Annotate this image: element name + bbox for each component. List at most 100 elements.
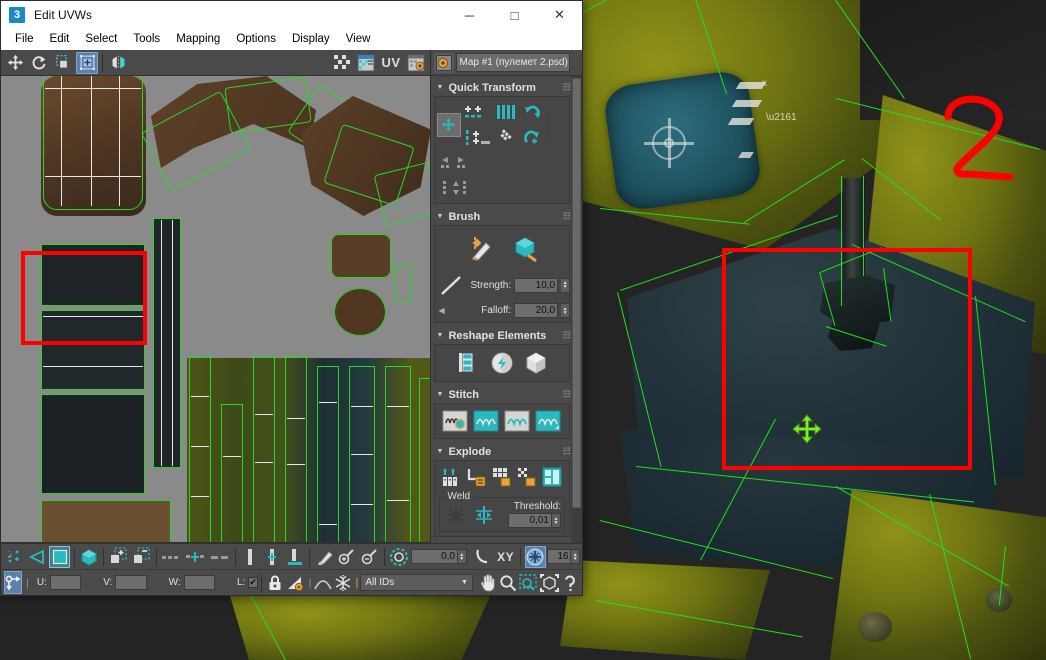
help-icon[interactable]: [561, 572, 579, 594]
bottom-toolbar-row2[interactable]: | U: V: W: L: ✔ | | All IDs ▼: [1, 569, 582, 595]
rollout-header-explode[interactable]: ▼ Explode ☷: [434, 443, 571, 460]
grow-selection-button[interactable]: [108, 546, 129, 568]
rollout-body-brush[interactable]: Strength: 10,0 ▲ ▼ ◀ Falloff: 20,0 ▲ ▼: [433, 225, 571, 323]
expand-loop-vertical-button[interactable]: [262, 546, 283, 568]
lock-checkbox[interactable]: ✔: [248, 577, 258, 588]
axis-mode-label[interactable]: XY: [497, 550, 514, 564]
element-subobject-button[interactable]: [79, 546, 100, 568]
menu-display[interactable]: Display: [284, 30, 338, 49]
bottom-toolbar-row1[interactable]: 0,0 ▲ ▼ XY 16 ▲ ▼: [1, 543, 582, 569]
select-loop-horizontal-button[interactable]: [161, 546, 183, 568]
menu-mapping[interactable]: Mapping: [168, 30, 228, 49]
select-ring-button[interactable]: [209, 546, 231, 568]
angle-snap-input[interactable]: 0,0: [410, 549, 458, 564]
paint-select-grow-button[interactable]: [337, 546, 358, 568]
window-titlebar[interactable]: 3 Edit UVWs ─ □ ✕: [1, 1, 582, 29]
pan-hand-icon[interactable]: [479, 572, 497, 594]
uv-island[interactable]: [331, 234, 391, 278]
show-map-icon[interactable]: [355, 52, 377, 74]
brush-relax-tool-button[interactable]: [467, 234, 497, 264]
brush-paint-move-tool-button[interactable]: [511, 234, 541, 264]
minimize-button[interactable]: ─: [447, 1, 492, 29]
qt-flip-horizontal-button[interactable]: [437, 150, 471, 174]
uv-canvas[interactable]: [1, 76, 430, 543]
move-transform-mode-button[interactable]: [4, 571, 22, 594]
rollout-body-stitch[interactable]: [433, 403, 570, 439]
uv-island[interactable]: [43, 76, 143, 210]
paint-select-button[interactable]: [314, 546, 335, 568]
uv-island[interactable]: [385, 366, 411, 542]
edit-uvws-window[interactable]: 3 Edit UVWs ─ □ ✕ File Edit Select Tools…: [0, 0, 583, 596]
qt-distribute-columns-button[interactable]: [493, 100, 519, 124]
snowflake-freeze-icon[interactable]: [334, 572, 352, 594]
explode-by-checker-button[interactable]: [515, 465, 539, 489]
explode-by-smoothing-group-button[interactable]: [490, 465, 514, 489]
stitch-settings-button[interactable]: [441, 408, 469, 434]
map-selector-bar[interactable]: Map #1 (пулемет 2.psd) ▼: [430, 50, 582, 76]
menu-select[interactable]: Select: [77, 30, 125, 49]
strength-input[interactable]: 10,0: [514, 277, 559, 293]
close-button[interactable]: ✕: [537, 1, 582, 29]
panel-scrollbar[interactable]: [571, 76, 582, 543]
rollout-body-explode[interactable]: Weld Threshold: 0,01 ▲ ▼: [433, 460, 570, 537]
qt-flip-vertical-button[interactable]: [437, 176, 471, 200]
menu-edit[interactable]: Edit: [42, 30, 78, 49]
grid-size-input[interactable]: 16: [546, 549, 572, 564]
grid-snap-button[interactable]: [525, 545, 546, 568]
v-input[interactable]: [115, 575, 147, 590]
qt-move-selected-button[interactable]: [436, 112, 461, 137]
falloff-spinner[interactable]: ▲ ▼: [561, 303, 571, 318]
brush-falloff-field[interactable]: Falloff: 20,0 ▲ ▼: [481, 303, 571, 318]
uv-island[interactable]: [285, 356, 307, 542]
rotate-arc-icon[interactable]: [473, 546, 494, 568]
reshape-split-button[interactable]: [488, 349, 516, 377]
uv-island[interactable]: [334, 288, 386, 336]
soft-selection-falloff-icon[interactable]: [314, 572, 333, 594]
reshape-align-elements-button[interactable]: [454, 349, 482, 377]
uv-island[interactable]: [41, 394, 145, 494]
uv-island[interactable]: [317, 366, 339, 542]
explode-by-angle-button[interactable]: [440, 465, 464, 489]
material-id-filter-dropdown[interactable]: All IDs ▼: [360, 574, 473, 591]
rollout-header-stitch[interactable]: ▼ Stitch ☷: [434, 386, 571, 403]
scale-tool-button[interactable]: [52, 52, 74, 74]
w-input[interactable]: [183, 575, 215, 590]
mirror-tool-button[interactable]: [107, 52, 129, 74]
maximize-button[interactable]: □: [492, 1, 537, 29]
grid-size-spinner[interactable]: ▲ ▼: [571, 549, 580, 564]
move-tool-button[interactable]: [4, 52, 26, 74]
filter-selected-faces-icon[interactable]: [286, 572, 306, 594]
uv-island[interactable]: [153, 218, 181, 468]
map-settings-gear-icon[interactable]: [433, 52, 454, 73]
reshape-element-button[interactable]: [522, 349, 550, 377]
shrink-selection-button[interactable]: [131, 546, 152, 568]
align-bottom-button[interactable]: [285, 546, 306, 568]
rollout-body-reshape-elements[interactable]: [433, 344, 570, 382]
qt-align-horizontal-button[interactable]: [462, 100, 492, 124]
menu-tools[interactable]: Tools: [125, 30, 168, 49]
uv-island[interactable]: [395, 264, 411, 302]
brush-strength-field[interactable]: Strength: 10,0 ▲ ▼: [471, 277, 571, 293]
uv-island[interactable]: [41, 310, 145, 390]
panel-scroll-area[interactable]: ▼ Quick Transform ☷ ▼ Brush ☷ Strength: …: [431, 76, 582, 543]
options-gear-icon[interactable]: [405, 52, 427, 74]
rollout-header-quick-transform[interactable]: ▼ Quick Transform ☷: [434, 79, 571, 96]
menu-file[interactable]: File: [7, 30, 42, 49]
face-subobject-button[interactable]: [49, 545, 70, 568]
rollout-header-brush[interactable]: ▼ Brush ☷: [434, 208, 571, 225]
strength-spinner[interactable]: ▲ ▼: [561, 277, 571, 293]
angle-snap-icon[interactable]: [389, 546, 410, 568]
zoom-region-icon[interactable]: [519, 572, 538, 594]
weld-threshold-field[interactable]: Threshold: 0,01 ▲ ▼: [508, 501, 561, 528]
qt-align-vertical-button[interactable]: [462, 125, 492, 149]
zoom-icon[interactable]: [499, 572, 517, 594]
u-input[interactable]: [49, 575, 82, 590]
rollout-header-reshape-elements[interactable]: ▼ Reshape Elements ☷: [434, 327, 571, 344]
threshold-spinner[interactable]: ▲ ▼: [552, 513, 561, 528]
command-panel[interactable]: Map #1 (пулемет 2.psd) ▼ ▼ Quick Transfo…: [429, 50, 582, 543]
rollout-body-quick-transform[interactable]: [433, 96, 570, 204]
uv-island[interactable]: [419, 378, 430, 542]
uv-island[interactable]: [253, 356, 275, 542]
uv-toolbar[interactable]: UV: [1, 50, 430, 76]
menu-options[interactable]: Options: [228, 30, 284, 49]
